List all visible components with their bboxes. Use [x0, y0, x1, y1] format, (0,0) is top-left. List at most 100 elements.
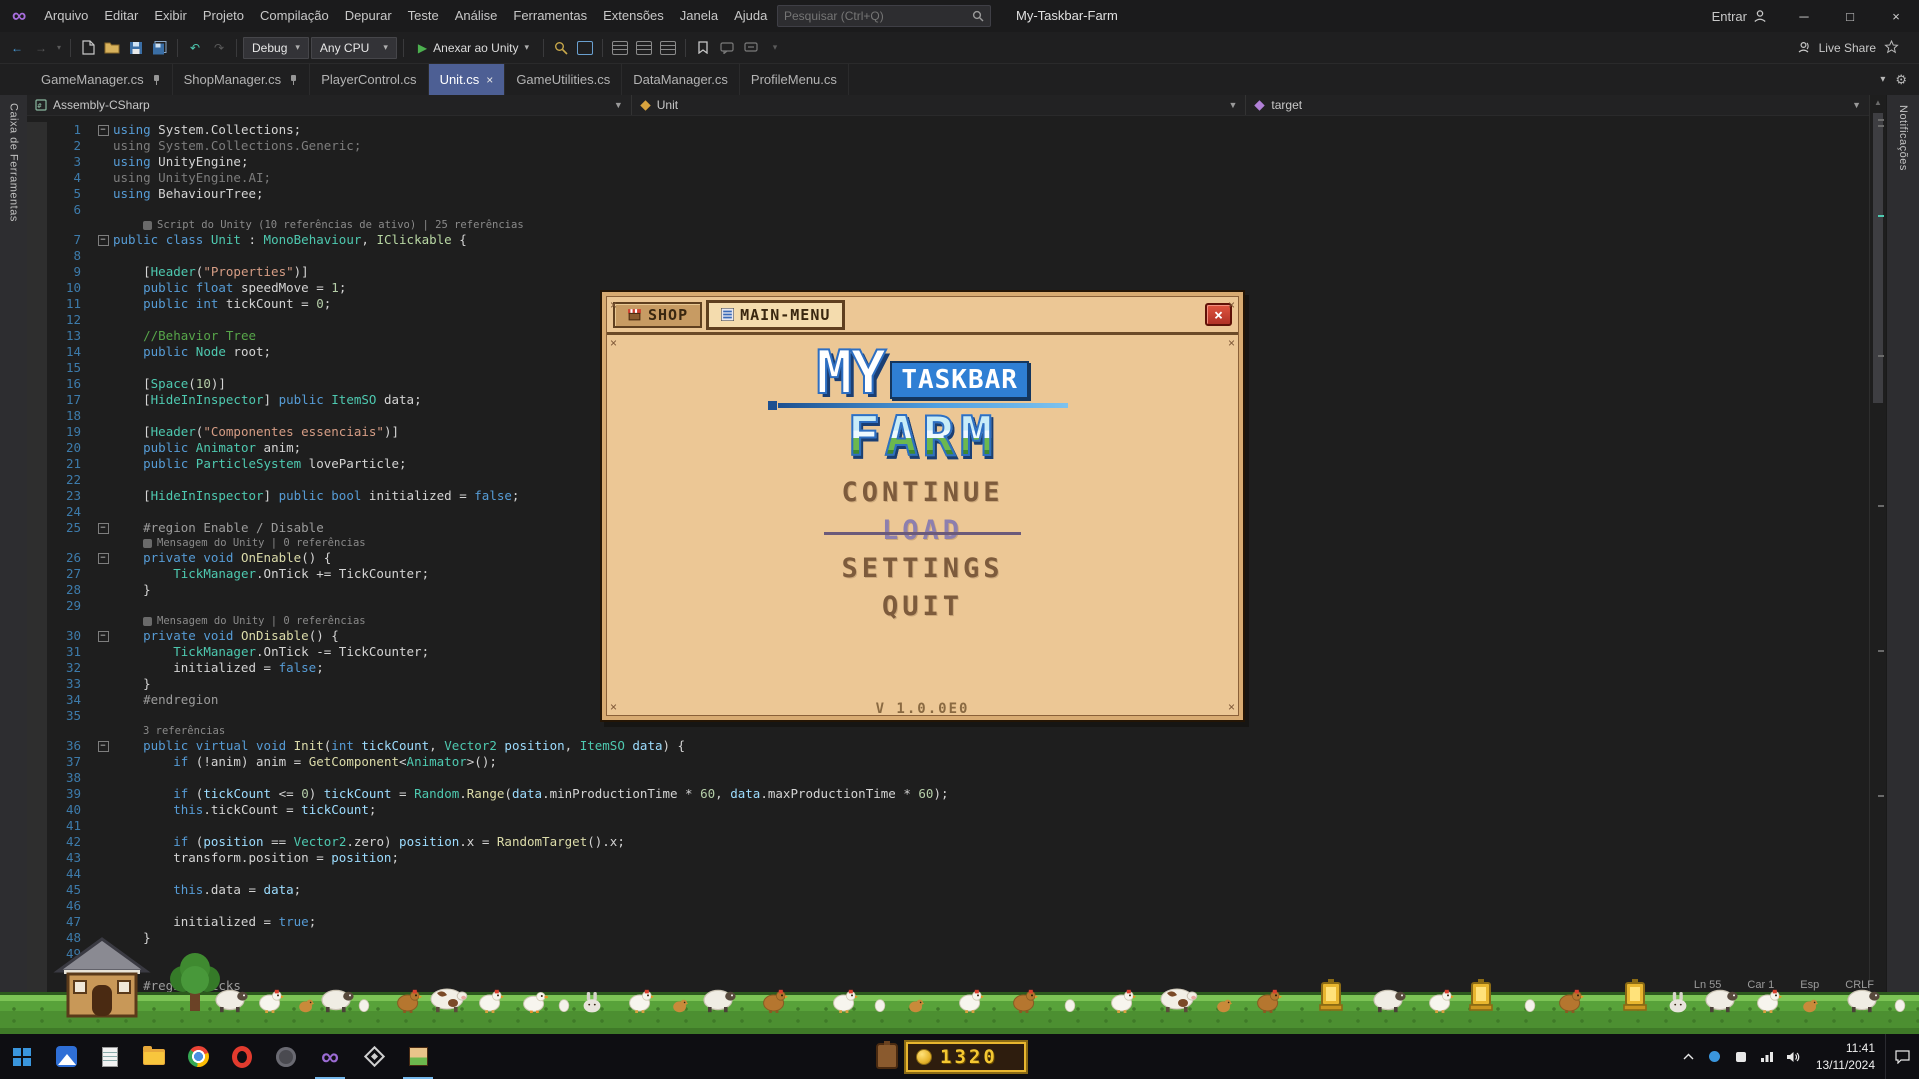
- code-line[interactable]: 49: [27, 946, 1869, 962]
- tab-datamanager-cs[interactable]: DataManager.cs: [622, 64, 740, 95]
- frame-icon[interactable]: [574, 36, 596, 60]
- egg-sprite[interactable]: [558, 998, 570, 1012]
- egg-sprite[interactable]: [358, 998, 370, 1012]
- breakpoint-margin[interactable]: [27, 344, 47, 360]
- breakpoint-margin[interactable]: [27, 376, 47, 392]
- code-line[interactable]: 8: [27, 248, 1869, 264]
- search-input[interactable]: [784, 9, 972, 23]
- breakpoint-margin[interactable]: [27, 962, 47, 978]
- code-line[interactable]: 45 this.data = data;: [27, 882, 1869, 898]
- pin-icon[interactable]: [288, 75, 298, 85]
- menu-exibir[interactable]: Exibir: [146, 0, 195, 32]
- toolbox-panel-tab[interactable]: Caixa de Ferramentas: [0, 95, 27, 1079]
- breakpoint-margin[interactable]: [27, 392, 47, 408]
- duck-sprite[interactable]: [522, 989, 548, 1013]
- live-share-label[interactable]: Live Share: [1819, 41, 1876, 55]
- breakpoint-margin[interactable]: [27, 440, 47, 456]
- tray-white-icon[interactable]: [1728, 1034, 1754, 1079]
- codelens-row[interactable]: Script do Unity (10 referências de ativo…: [27, 218, 1869, 232]
- code-line[interactable]: 6: [27, 202, 1869, 218]
- code-line[interactable]: 48 }: [27, 930, 1869, 946]
- tab-gameutilities-cs[interactable]: GameUtilities.cs: [505, 64, 622, 95]
- open-folder-icon[interactable]: [101, 36, 123, 60]
- breakpoint-margin[interactable]: [27, 660, 47, 676]
- chicken-sprite[interactable]: [258, 987, 284, 1013]
- visual-studio-icon[interactable]: ∞: [308, 1034, 352, 1079]
- breakpoint-margin[interactable]: [27, 248, 47, 264]
- hen-sprite[interactable]: [1256, 987, 1282, 1013]
- breakpoint-margin[interactable]: [27, 232, 47, 248]
- undo-icon[interactable]: ↶: [184, 36, 206, 60]
- start-icon[interactable]: [0, 1034, 44, 1079]
- code-line[interactable]: 9 [Header("Properties")]: [27, 264, 1869, 280]
- pin-icon[interactable]: [151, 75, 161, 85]
- breakpoint-margin[interactable]: [27, 644, 47, 660]
- chrome-icon[interactable]: [176, 1034, 220, 1079]
- breakpoint-margin[interactable]: [27, 360, 47, 376]
- code-line[interactable]: 42 if (position == Vector2.zero) positio…: [27, 834, 1869, 850]
- code-line[interactable]: 47 initialized = true;: [27, 914, 1869, 930]
- find-in-code-icon[interactable]: [550, 36, 572, 60]
- farm-game-icon[interactable]: [396, 1034, 440, 1079]
- sheep-sprite[interactable]: [702, 987, 736, 1013]
- breakpoint-margin[interactable]: [27, 312, 47, 328]
- maximize-button[interactable]: □: [1827, 0, 1873, 32]
- breakpoint-margin[interactable]: [27, 866, 47, 882]
- indent-decrease-icon[interactable]: [633, 36, 655, 60]
- menu-projeto[interactable]: Projeto: [195, 0, 252, 32]
- sheep-sprite[interactable]: [1704, 987, 1738, 1013]
- tab-close-icon[interactable]: ×: [486, 73, 493, 87]
- code-line[interactable]: 1−using System.Collections;: [27, 122, 1869, 138]
- breakpoint-margin[interactable]: [27, 328, 47, 344]
- attach-to-unity-button[interactable]: ▶ Anexar ao Unity ▾: [410, 36, 537, 60]
- project-dropdown[interactable]: # Assembly-CSharp ▼: [27, 95, 632, 115]
- menu-extensoes[interactable]: Extensões: [595, 0, 672, 32]
- breakpoint-margin[interactable]: [27, 408, 47, 424]
- breakpoint-margin[interactable]: [27, 708, 47, 724]
- menu-ajuda[interactable]: Ajuda: [726, 0, 775, 32]
- breakpoint-margin[interactable]: [27, 834, 47, 850]
- uncomment-icon[interactable]: [740, 36, 762, 60]
- unity-icon[interactable]: [352, 1034, 396, 1079]
- tab-profilemenu-cs[interactable]: ProfileMenu.cs: [740, 64, 849, 95]
- menu-item-settings[interactable]: SETTINGS: [841, 554, 1003, 584]
- menu-item-quit[interactable]: QUIT: [882, 592, 963, 622]
- breakpoint-margin[interactable]: [27, 566, 47, 582]
- sheep-sprite[interactable]: [1846, 987, 1880, 1013]
- search-box[interactable]: [777, 5, 991, 27]
- code-line[interactable]: 7−public class Unit : MonoBehaviour, ICl…: [27, 232, 1869, 248]
- breakpoint-margin[interactable]: [27, 264, 47, 280]
- code-line[interactable]: 37 if (!anim) anim = GetComponent<Animat…: [27, 754, 1869, 770]
- menu-janela[interactable]: Janela: [672, 0, 726, 32]
- breakpoint-margin[interactable]: [27, 154, 47, 170]
- photos-icon[interactable]: [44, 1034, 88, 1079]
- code-line[interactable]: 3using UnityEngine;: [27, 154, 1869, 170]
- sheep-sprite[interactable]: [214, 987, 248, 1013]
- code-line[interactable]: 44: [27, 866, 1869, 882]
- menu-item-continue[interactable]: CONTINUE: [841, 478, 1003, 508]
- breakpoint-margin[interactable]: [27, 946, 47, 962]
- breakpoint-margin[interactable]: [27, 520, 47, 536]
- minimize-button[interactable]: ─: [1781, 0, 1827, 32]
- nav-dropdown-icon[interactable]: ▾: [54, 36, 64, 60]
- new-file-icon[interactable]: [77, 36, 99, 60]
- chick-sprite[interactable]: [908, 997, 924, 1013]
- breakpoint-margin[interactable]: [27, 170, 47, 186]
- chicken-sprite[interactable]: [832, 987, 858, 1013]
- code-line[interactable]: 43 transform.position = position;: [27, 850, 1869, 866]
- member-dropdown[interactable]: target ▼: [1246, 95, 1869, 115]
- breakpoint-margin[interactable]: [27, 280, 47, 296]
- save-icon[interactable]: [125, 36, 147, 60]
- navigate-forward-icon[interactable]: →: [30, 36, 52, 60]
- breakpoint-margin[interactable]: [27, 914, 47, 930]
- signin-button[interactable]: Entrar: [1698, 9, 1781, 24]
- debug-configuration-dropdown[interactable]: Debug▾: [243, 37, 309, 59]
- shop-button[interactable]: SHOP: [613, 302, 702, 328]
- opera-icon[interactable]: [220, 1034, 264, 1079]
- egg-sprite[interactable]: [1524, 998, 1536, 1012]
- breakpoint-margin[interactable]: [27, 582, 47, 598]
- breakpoint-margin[interactable]: [27, 218, 47, 232]
- window-layout-gear-icon[interactable]: ⚙: [1895, 72, 1907, 88]
- chevron-up-icon[interactable]: [1676, 1034, 1702, 1079]
- app-dark-icon[interactable]: [264, 1034, 308, 1079]
